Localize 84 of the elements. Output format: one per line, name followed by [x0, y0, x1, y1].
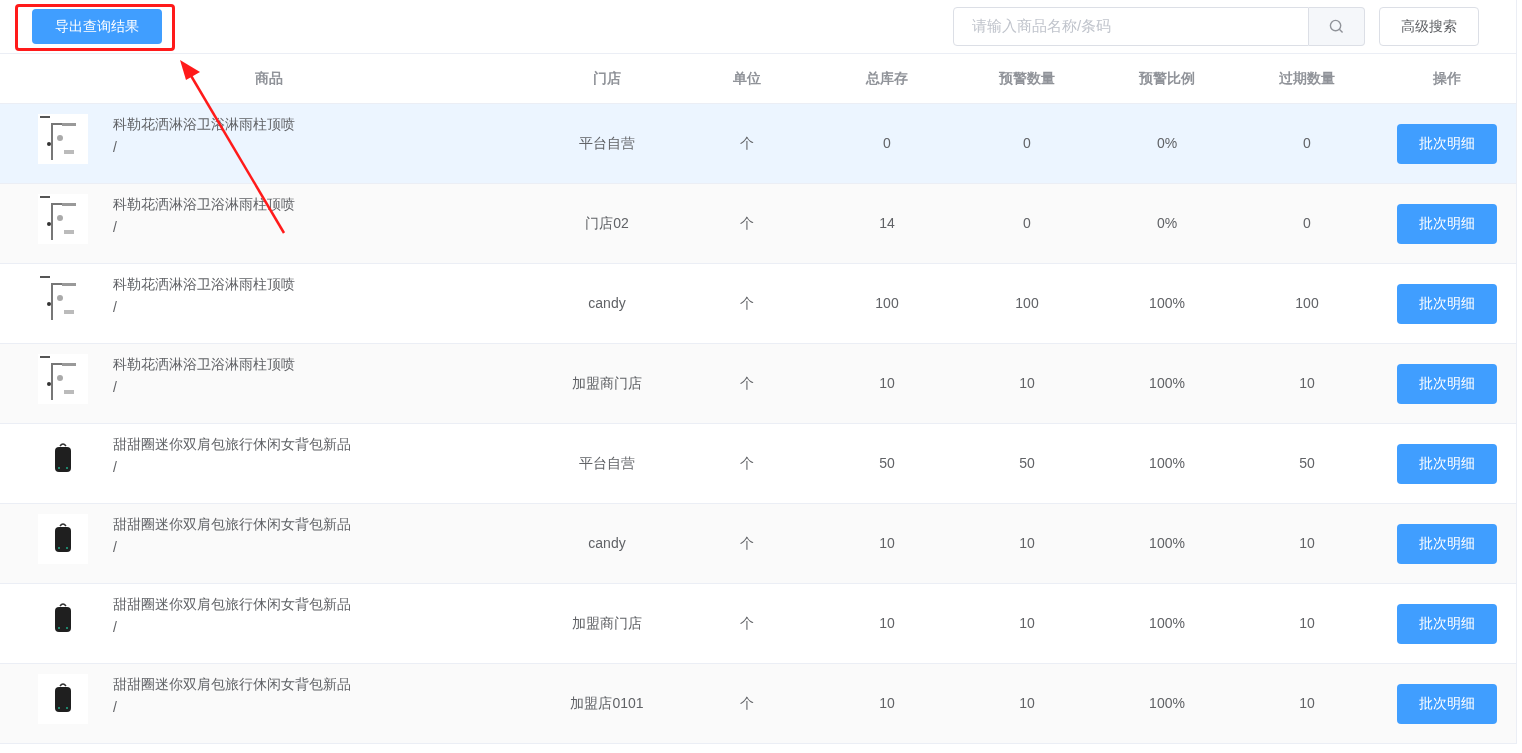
table-cell-text: 100%	[1149, 694, 1185, 713]
table-cell-text: 个	[740, 694, 754, 713]
product-code: /	[113, 218, 117, 237]
table-cell-text: candy	[588, 534, 626, 553]
table-cell-text: 0	[1023, 134, 1031, 153]
table-cell-text: 100	[1295, 294, 1319, 313]
table-cell-text: 100	[1015, 294, 1039, 313]
table-cell-text: 加盟店0101	[570, 694, 644, 713]
table-cell-text: candy	[588, 294, 626, 313]
table-cell-text: 10	[879, 374, 895, 393]
table-cell-text: 门店02	[585, 214, 629, 233]
product-name: 科勒花洒淋浴卫浴淋雨柱顶喷	[113, 195, 295, 214]
table-row[interactable]: 科勒花洒淋浴卫浴淋雨柱顶喷 / 加盟商门店 个 10 10 100% 10 批次明细	[0, 344, 1516, 424]
table-cell-text: 个	[740, 454, 754, 473]
product-code: /	[113, 298, 117, 317]
table-cell-text: 10	[1299, 534, 1315, 553]
table-cell-text: 14	[879, 214, 895, 233]
table-cell-text: 个	[740, 614, 754, 633]
backpack-drawing	[38, 514, 88, 564]
table-cell-text: 10	[879, 534, 895, 553]
column-header: 单位	[733, 69, 761, 88]
table-cell-text: 100	[875, 294, 899, 313]
table-cell-text: 0	[1303, 214, 1311, 233]
table-cell-text: 50	[1299, 454, 1315, 473]
table-row[interactable]: 甜甜圈迷你双肩包旅行休闲女背包新品 / 加盟店0101 个 10 10 100% 10 批次明细	[0, 664, 1516, 744]
table-cell-text: 100%	[1149, 374, 1185, 393]
table-cell-text: 10	[1299, 374, 1315, 393]
table-cell-text: 100%	[1149, 454, 1185, 473]
column-header: 商品	[254, 69, 283, 88]
search-icon	[1329, 19, 1344, 34]
advanced-search-button[interactable]: 高级搜索	[1379, 7, 1479, 46]
table-cell-text: 10	[1019, 614, 1035, 633]
backpack-drawing	[38, 674, 88, 724]
shower-drawing	[38, 354, 88, 404]
table-row[interactable]: 甜甜圈迷你双肩包旅行休闲女背包新品 / candy 个 10 10 100% 10 批次明细	[0, 504, 1516, 584]
table-cell-text: 平台自营	[579, 134, 635, 153]
product-name: 甜甜圈迷你双肩包旅行休闲女背包新品	[113, 595, 351, 614]
product-code: /	[113, 378, 117, 397]
product-code: /	[113, 698, 117, 717]
search-button[interactable]	[1309, 7, 1365, 46]
table-cell-text: 0	[1023, 214, 1031, 233]
product-name: 甜甜圈迷你双肩包旅行休闲女背包新品	[113, 515, 351, 534]
column-header: 预警比例	[1139, 69, 1195, 88]
table-cell-text: 0%	[1156, 134, 1178, 153]
table-row[interactable]: 科勒花洒淋浴卫浴淋雨柱顶喷 / 门店02 个 14 0 0% 0 批次明细	[0, 184, 1516, 264]
table-cell-text: 100%	[1149, 534, 1185, 553]
product-code: /	[113, 458, 117, 477]
table-cell-text: 0	[883, 134, 891, 153]
table-cell-text: 平台自营	[579, 454, 635, 473]
shower-drawing	[38, 194, 88, 244]
product-code: /	[113, 138, 117, 157]
product-code: /	[113, 538, 117, 557]
table-cell-text: 个	[740, 374, 754, 393]
column-header: 操作	[1433, 69, 1461, 88]
table-cell-text: 10	[1299, 614, 1315, 633]
column-header: 预警数量	[999, 69, 1055, 88]
column-header: 门店	[593, 69, 621, 88]
search-field[interactable]: 请输入商品名称/条码	[953, 7, 1309, 46]
product-name: 科勒花洒淋浴卫浴淋雨柱顶喷	[113, 275, 295, 294]
table-cell-text: 50	[1019, 454, 1035, 473]
product-name: 甜甜圈迷你双肩包旅行休闲女背包新品	[113, 435, 351, 454]
table-cell-text: 10	[1299, 694, 1315, 713]
table-cell-text: 10	[1019, 374, 1035, 393]
column-header: 总库存	[866, 69, 908, 88]
table-cell-text: 10	[1019, 534, 1035, 553]
table-cell-text: 100%	[1149, 614, 1185, 633]
table-cell-text: 个	[740, 214, 754, 233]
table-cell-text: 个	[740, 134, 754, 153]
column-header: 过期数量	[1279, 69, 1335, 88]
table-cell-text: 加盟商门店	[572, 614, 642, 633]
table-cell-text: 10	[1019, 694, 1035, 713]
table-cell-text: 10	[879, 694, 895, 713]
table-cell-text: 10	[879, 614, 895, 633]
table-cell-text: 100%	[1149, 294, 1185, 313]
table-cell-text: 50	[879, 454, 895, 473]
product-name: 甜甜圈迷你双肩包旅行休闲女背包新品	[113, 675, 351, 694]
table-cell-text: 0	[1303, 134, 1311, 153]
table-cell-text: 加盟商门店	[572, 374, 642, 393]
product-code: /	[113, 618, 117, 637]
product-name: 科勒花洒淋浴卫浴淋雨柱顶喷	[113, 355, 295, 374]
table-cell-text: 0%	[1156, 214, 1178, 233]
table-cell-text: 个	[740, 534, 754, 553]
shower-drawing	[38, 114, 88, 164]
table-cell-text: 个	[740, 294, 754, 313]
